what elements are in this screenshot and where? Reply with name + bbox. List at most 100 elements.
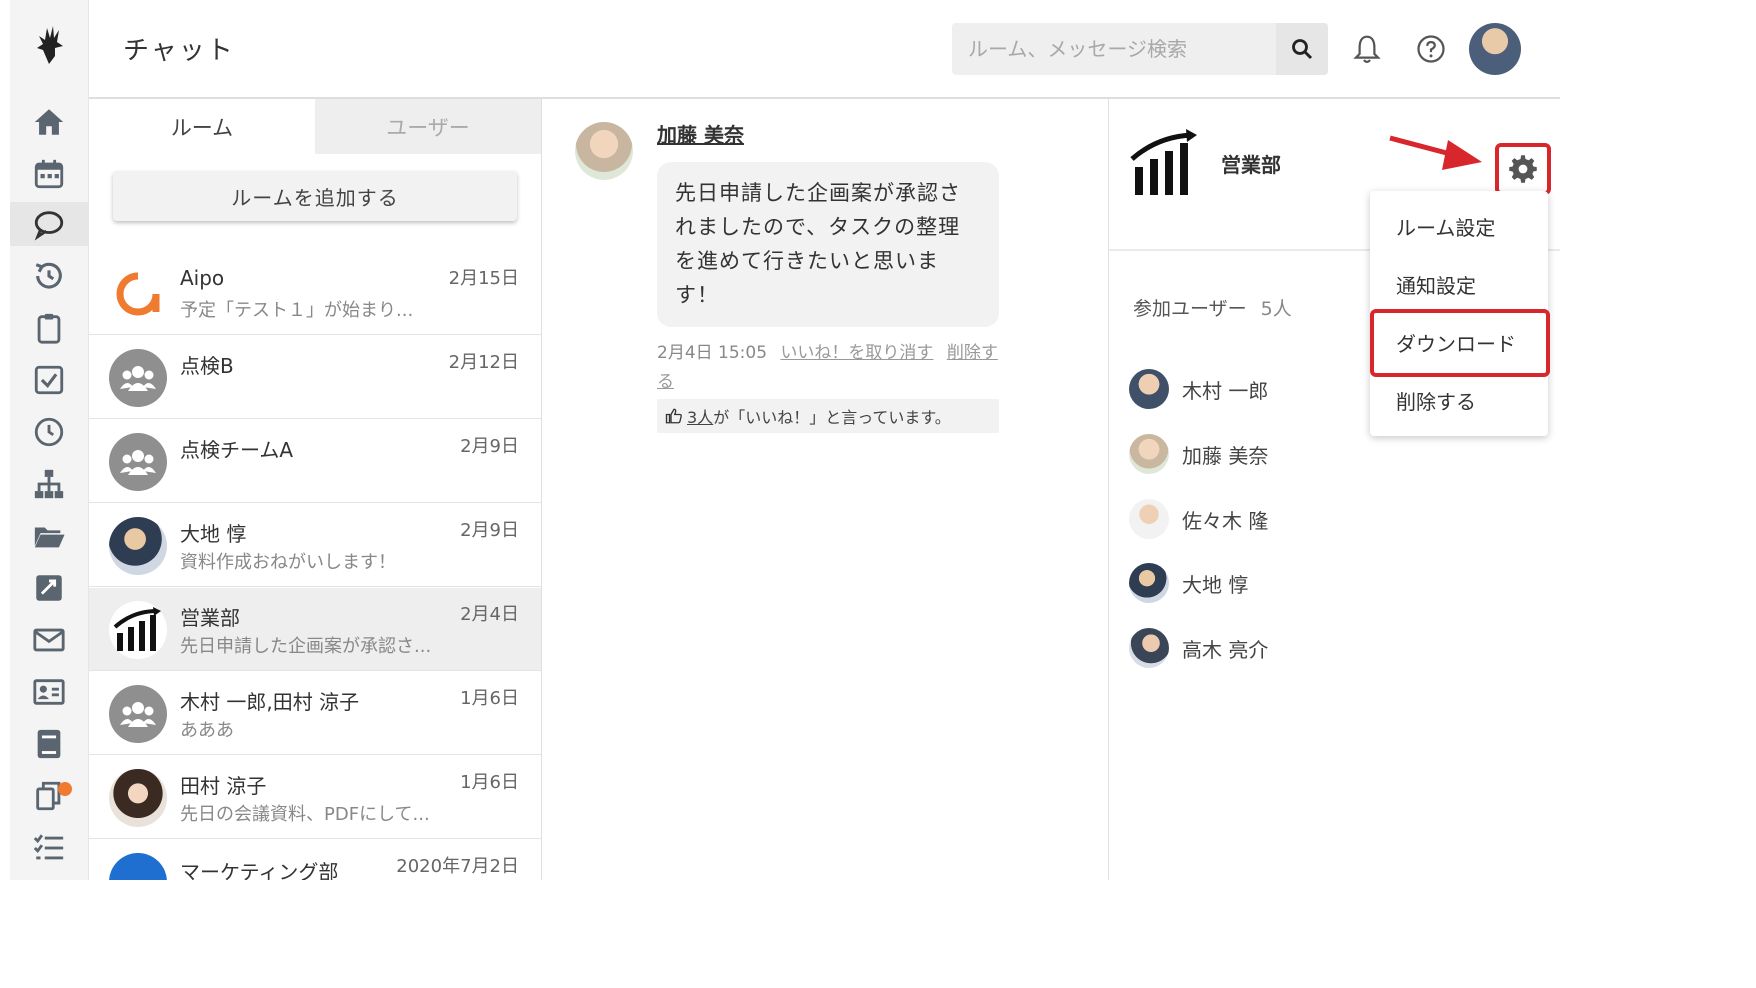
bell-icon (1353, 35, 1381, 64)
room-preview: 予定「テスト１」が始まり... (180, 300, 414, 321)
room-preview: 先日の会議資料、PDFにして... (180, 804, 430, 825)
tab-rooms[interactable]: ルーム (89, 99, 315, 154)
nav-notebook[interactable] (10, 722, 88, 766)
history-icon (35, 262, 62, 289)
nav-files[interactable] (10, 514, 88, 558)
nav-chat[interactable] (10, 202, 88, 246)
message-timestamp: 2月4日 15:05 (657, 343, 768, 363)
member-name: 大地 惇 (1182, 573, 1249, 597)
search-box (952, 23, 1328, 75)
member-item[interactable]: 大地 惇 (1129, 561, 1429, 605)
nav-clipboard[interactable] (10, 306, 88, 350)
member-avatar (1129, 499, 1169, 539)
gear-icon (1509, 155, 1537, 183)
room-item[interactable]: Aipo 2月15日 予定「テスト１」が始まり... (89, 252, 541, 335)
room-item[interactable]: 点検チームA 2月9日 (89, 420, 541, 503)
chart-icon (109, 601, 167, 659)
sender-avatar[interactable] (575, 122, 633, 180)
room-date: 1月6日 (460, 688, 519, 709)
room-item[interactable]: マーケティング部 2020年7月2日 (89, 840, 541, 880)
member-name: 加藤 美奈 (1182, 444, 1269, 468)
red-arrow-annotation (1389, 135, 1482, 170)
room-date: 2月4日 (460, 604, 519, 625)
deer-logo-icon (37, 26, 63, 64)
room-preview: 先日申請した企画案が承認さ... (180, 636, 432, 657)
help-button[interactable] (1413, 31, 1449, 67)
unlike-link[interactable]: いいね！を取り消す (780, 343, 933, 363)
message-meta: 2月4日 15:05 いいね！を取り消す 削除する (657, 339, 1007, 397)
nav-timecard[interactable] (10, 410, 88, 454)
member-item[interactable]: 加藤 美奈 (1129, 432, 1429, 476)
menu-item-notification-settings[interactable]: 通知設定 (1370, 255, 1548, 313)
room-name: 点検チームA (180, 438, 294, 462)
org-chart-icon (34, 469, 64, 499)
room-name: 点検B (180, 354, 234, 378)
room-name: マーケティング部 (180, 860, 339, 880)
sidebar (10, 0, 89, 880)
room-preview: あああ (180, 720, 234, 741)
group-icon (109, 685, 167, 743)
room-settings-button[interactable] (1495, 143, 1551, 195)
page-title: チャット (123, 36, 235, 66)
sender-name[interactable]: 加藤 美奈 (657, 119, 744, 148)
nav-report[interactable] (10, 566, 88, 610)
download-highlight-box (1370, 309, 1550, 377)
app-window: チャット ルーム ユーザー ルームを追加する Aipo 2月15日 予定「テスト… (0, 0, 1560, 880)
top-header: チャット (89, 0, 1560, 99)
nav-mail[interactable] (10, 618, 88, 662)
report-icon (36, 575, 62, 601)
member-item[interactable]: 高木 亮介 (1129, 626, 1429, 670)
member-item[interactable]: 佐々木 隆 (1129, 497, 1429, 541)
nav-organization[interactable] (10, 462, 88, 506)
app-logo[interactable] (10, 18, 88, 68)
room-item[interactable]: 大地 惇 2月9日 資料作成おねがいします！ (89, 504, 541, 587)
nav-todo[interactable] (10, 358, 88, 402)
folder-icon (34, 527, 65, 548)
room-item[interactable]: 点検B 2月12日 (89, 336, 541, 419)
likes-suffix: が「いいね！」と言っています。 (713, 408, 951, 427)
nav-calendar[interactable] (10, 152, 88, 196)
user-photo-avatar (109, 769, 167, 827)
member-name: 木村 一郎 (1182, 379, 1269, 403)
likes-count-link[interactable]: 3人 (687, 404, 713, 428)
menu-item-room-settings[interactable]: ルーム設定 (1370, 197, 1548, 255)
member-avatar (1129, 563, 1169, 603)
notifications-button[interactable] (1349, 31, 1385, 67)
notification-dot (58, 782, 72, 796)
help-icon (1417, 35, 1445, 63)
likes-bar: 3人 が「いいね！」と言っています。 (657, 399, 999, 433)
search-button[interactable] (1276, 23, 1328, 75)
nav-home[interactable] (10, 100, 88, 144)
room-date: 2月9日 (460, 436, 519, 457)
contact-card-icon (33, 679, 65, 705)
tab-users[interactable]: ユーザー (315, 99, 541, 154)
room-date: 2月9日 (460, 520, 519, 541)
checkbox-icon (34, 365, 64, 395)
room-name: 木村 一郎,田村 涼子 (180, 690, 360, 714)
room-date: 2020年7月2日 (396, 856, 519, 877)
nav-address-book[interactable] (10, 670, 88, 714)
mail-icon (33, 628, 65, 652)
room-list-panel: ルーム ユーザー ルームを追加する Aipo 2月15日 予定「テスト１」が始ま… (89, 99, 542, 880)
nav-history[interactable] (10, 254, 88, 298)
home-icon (34, 109, 64, 135)
members-header: 参加ユーザー 5人 (1133, 294, 1292, 321)
menu-item-delete[interactable]: 削除する (1370, 371, 1548, 429)
room-item-selected[interactable]: 営業部 2月4日 先日申請した企画案が承認さ... (89, 588, 541, 671)
calendar-icon (34, 159, 64, 189)
member-name: 高木 亮介 (1182, 638, 1269, 662)
member-avatar (1129, 434, 1169, 474)
user-avatar[interactable] (1469, 23, 1521, 75)
room-title: 営業部 (1221, 153, 1281, 177)
nav-workflow[interactable] (10, 774, 88, 818)
clock-icon (34, 417, 64, 447)
nav-checklist[interactable] (10, 826, 88, 870)
add-room-button[interactable]: ルームを追加する (113, 171, 517, 221)
room-item[interactable]: 木村 一郎,田村 涼子 1月6日 あああ (89, 672, 541, 755)
room-item[interactable]: 田村 涼子 1月6日 先日の会議資料、PDFにして... (89, 756, 541, 839)
checklist-icon (33, 834, 64, 860)
member-avatar (1129, 369, 1169, 409)
search-input[interactable] (952, 23, 1274, 75)
user-photo-avatar (109, 517, 167, 575)
members-label: 参加ユーザー (1133, 298, 1247, 320)
